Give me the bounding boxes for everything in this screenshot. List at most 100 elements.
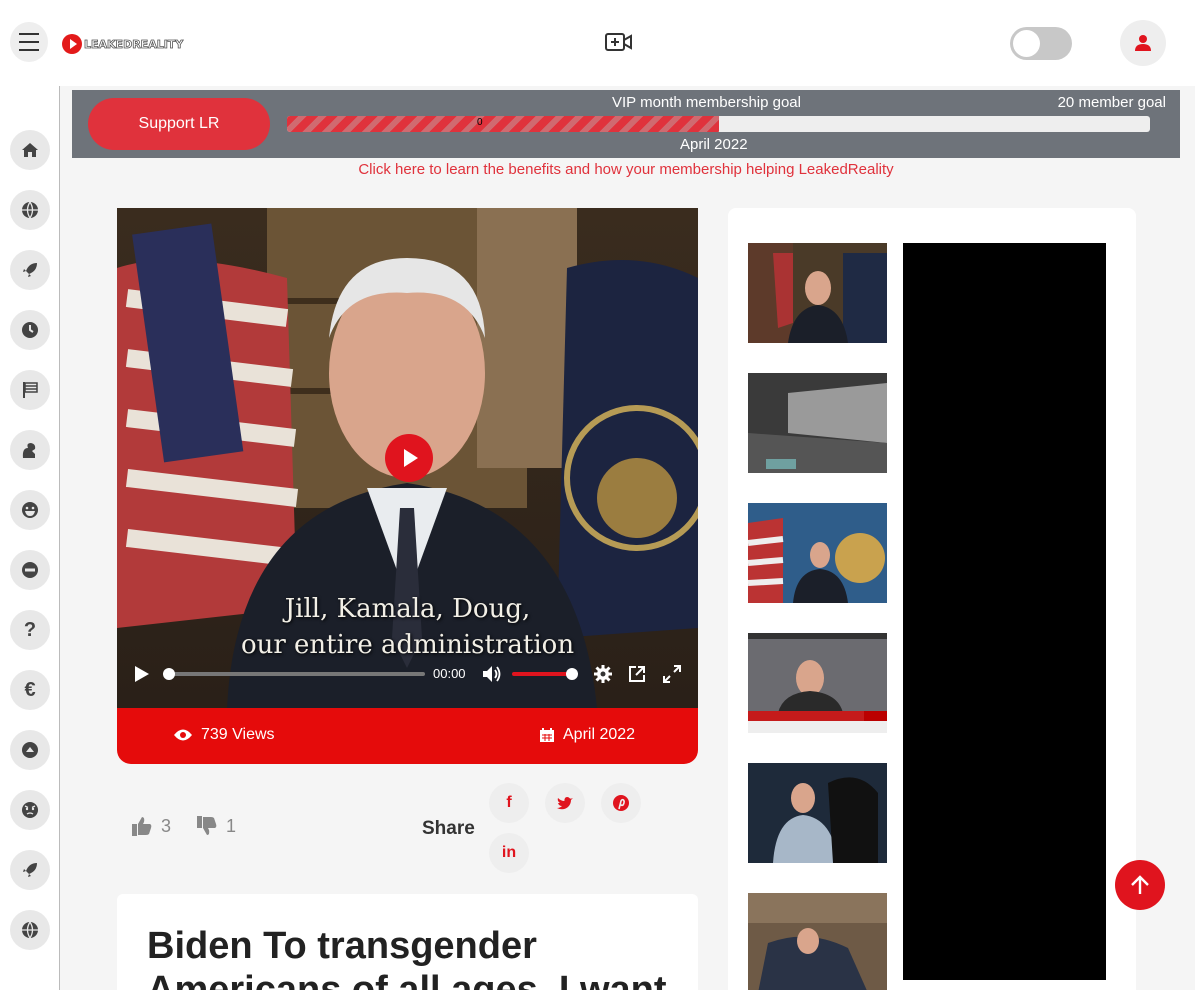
thumbnail-image: [748, 243, 887, 343]
video-time: 00:00: [433, 666, 466, 681]
article-card: Biden To transgender Americans of all ag…: [117, 894, 698, 990]
sidebar-item-recent[interactable]: [10, 310, 50, 350]
squirrel-icon: [22, 443, 36, 458]
seek-bar[interactable]: [163, 668, 425, 680]
picture-in-picture-icon[interactable]: [627, 664, 647, 684]
flag-icon: [23, 382, 38, 398]
minus-circle-icon: [22, 562, 38, 578]
like-button[interactable]: 3: [131, 815, 171, 837]
share-facebook-button[interactable]: f: [489, 783, 529, 823]
user-icon: [1135, 35, 1151, 51]
video-caption-line2: our entire administration: [240, 630, 575, 660]
related-video-thumbnail[interactable]: [748, 373, 887, 473]
top-header: LEAKEDREALITY: [0, 0, 1195, 86]
twitter-icon: [557, 796, 573, 810]
site-logo[interactable]: LEAKEDREALITY: [62, 34, 184, 54]
arrow-up-icon: [1131, 875, 1149, 894]
fullscreen-icon[interactable]: [662, 664, 682, 684]
goal-target: 20 member goal: [1057, 94, 1166, 111]
big-play-button[interactable]: [385, 434, 433, 482]
sidebar-item-funny[interactable]: [10, 490, 50, 530]
calendar-icon: [540, 728, 554, 742]
related-video-thumbnail[interactable]: [748, 503, 887, 603]
angry-face-icon: [22, 802, 38, 818]
views-count: 739 Views: [173, 726, 275, 744]
video-date: April 2022: [539, 726, 635, 744]
pinterest-icon: [613, 795, 629, 811]
seek-knob[interactable]: [163, 668, 175, 680]
laugh-icon: [22, 502, 38, 518]
sidebar-item-flag[interactable]: [10, 370, 50, 410]
related-video-thumbnail[interactable]: [748, 243, 887, 343]
share-twitter-button[interactable]: [545, 783, 585, 823]
menu-icon: [19, 30, 39, 54]
dislikes-count: 1: [226, 815, 237, 836]
rocket-icon: [23, 263, 37, 277]
left-sidebar: ? €: [0, 86, 60, 990]
euro-icon: €: [24, 678, 36, 701]
thumbnail-image: [748, 633, 887, 733]
scroll-to-top-button[interactable]: [1115, 860, 1165, 910]
globe-icon: [22, 201, 38, 219]
sidebar-item-help[interactable]: ?: [10, 610, 50, 650]
thumbnail-image: [748, 373, 887, 473]
progress-value: 0: [477, 117, 483, 128]
goal-title: VIP month membership goal: [612, 94, 801, 111]
progress-fill: [287, 116, 719, 132]
share-linkedin-button[interactable]: in: [489, 833, 529, 873]
related-video-thumbnail[interactable]: [748, 893, 887, 990]
video-upload-icon: [605, 33, 632, 51]
support-button[interactable]: Support LR: [88, 98, 270, 150]
membership-banner: Support LR VIP month membership goal 20 …: [72, 90, 1180, 158]
linkedin-icon: in: [501, 844, 517, 861]
logo-text: LEAKEDREALITY: [84, 37, 184, 51]
share-pinterest-button[interactable]: [601, 783, 641, 823]
sidebar-item-trending[interactable]: [10, 250, 50, 290]
thumbnail-image: [748, 503, 887, 603]
menu-button[interactable]: [10, 22, 48, 62]
membership-benefits-link[interactable]: Click here to learn the benefits and how…: [0, 161, 1195, 178]
volume-knob[interactable]: [566, 668, 578, 680]
sidebar-item-angry[interactable]: [10, 790, 50, 830]
video-player[interactable]: Jill, Kamala, Doug, our entire administr…: [117, 208, 698, 708]
sidebar-item-animals[interactable]: [10, 430, 50, 470]
rocket-icon: [23, 863, 37, 877]
sidebar-item-world[interactable]: [10, 190, 50, 230]
user-account-button[interactable]: [1120, 20, 1166, 66]
video-upload-button[interactable]: [604, 30, 634, 59]
theme-toggle[interactable]: [1010, 27, 1072, 60]
clock-icon: [22, 322, 38, 338]
thumbs-up-icon: [132, 817, 152, 836]
advertisement-slot[interactable]: [903, 243, 1106, 980]
sidebar-item-top[interactable]: [10, 730, 50, 770]
share-label: Share: [422, 818, 475, 839]
sidebar-item-global[interactable]: [10, 910, 50, 950]
question-icon: ?: [23, 618, 37, 641]
video-caption-line1: Jill, Kamala, Doug,: [284, 594, 531, 624]
globe-icon: [22, 921, 38, 939]
logo-play-icon: [62, 34, 82, 54]
volume-slider[interactable]: [512, 668, 578, 680]
video-meta-bar: 739 Views April 2022: [117, 708, 698, 764]
sidebar-item-donate[interactable]: €: [10, 670, 50, 710]
date-label: April 2022: [563, 726, 636, 743]
thumbnail-image: [748, 763, 887, 863]
volume-icon[interactable]: [481, 664, 503, 684]
sidebar-item-rocket[interactable]: [10, 850, 50, 890]
home-icon: [22, 143, 38, 157]
views-label: 739 Views: [201, 726, 275, 743]
settings-gear-icon[interactable]: [593, 664, 613, 684]
thumbnail-image: [748, 893, 887, 990]
related-video-thumbnail[interactable]: [748, 763, 887, 863]
dislike-button[interactable]: 1: [196, 815, 236, 837]
play-icon[interactable]: [133, 664, 151, 684]
sidebar-item-restricted[interactable]: [10, 550, 50, 590]
chevron-up-circle-icon: [22, 742, 38, 758]
goal-month: April 2022: [680, 136, 748, 153]
thumbs-down-icon: [197, 816, 217, 835]
related-video-thumbnail[interactable]: [748, 633, 887, 733]
video-controls: 00:00: [117, 658, 698, 690]
membership-progress-bar: 0: [287, 116, 1150, 132]
article-title: Biden To transgender Americans of all ag…: [147, 925, 667, 990]
likes-count: 3: [161, 815, 172, 836]
